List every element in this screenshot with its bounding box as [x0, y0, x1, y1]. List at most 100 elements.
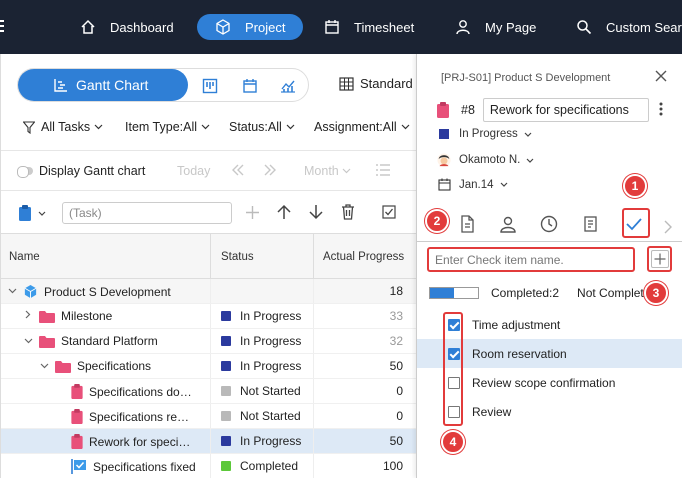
- menu-icon[interactable]: [0, 18, 4, 34]
- standard-label: Standard: [360, 76, 413, 91]
- header-progress[interactable]: Actual Progress: [323, 251, 404, 263]
- nav-label: Dashboard: [110, 19, 174, 35]
- row-status-cell[interactable]: Not Started: [221, 409, 301, 423]
- document-tab-icon[interactable]: [457, 214, 477, 234]
- chevron-down-icon[interactable]: [38, 211, 46, 216]
- kanban-icon[interactable]: [202, 78, 218, 94]
- highlight-box: [622, 208, 650, 238]
- double-chevron-left-icon[interactable]: [231, 164, 245, 176]
- column-separator: [313, 454, 314, 478]
- top-navigation: Dashboard Project Timesheet My Page Cust…: [0, 0, 682, 54]
- filter-all-tasks[interactable]: All Tasks: [23, 120, 103, 134]
- main-area: Gantt Chart Standard All Tasks Item Type…: [0, 54, 417, 478]
- column-separator[interactable]: [313, 234, 314, 278]
- trash-icon[interactable]: [341, 204, 355, 220]
- status-value: In Progress: [459, 128, 518, 140]
- today-button[interactable]: Today: [177, 164, 210, 178]
- row-status-cell[interactable]: In Progress: [221, 309, 301, 323]
- arrow-down-icon[interactable]: [309, 204, 323, 220]
- nav-custom-search[interactable]: Custom Sear: [576, 14, 682, 40]
- chevron-down-icon: [342, 168, 351, 174]
- chevron-right-icon[interactable]: [664, 220, 672, 234]
- status-field[interactable]: In Progress: [437, 128, 532, 140]
- standard-view-button[interactable]: Standard: [339, 76, 413, 91]
- close-icon[interactable]: [655, 70, 667, 82]
- row-status-cell[interactable]: In Progress: [221, 434, 301, 448]
- header-name[interactable]: Name: [9, 251, 40, 263]
- table-row[interactable]: Standard Platform In Progress 32: [1, 329, 417, 354]
- nav-label: My Page: [485, 19, 537, 35]
- row-status-cell[interactable]: Completed: [221, 459, 298, 473]
- project-path[interactable]: [PRJ-S01] Product S Development: [441, 72, 610, 84]
- nav-dashboard[interactable]: Dashboard: [80, 14, 174, 40]
- table-body: Product S Development 18 Milestone In Progr…: [1, 279, 417, 478]
- view-switcher: Gantt Chart: [17, 68, 309, 102]
- column-separator: [313, 354, 314, 378]
- chevron-right-icon[interactable]: [23, 310, 33, 322]
- nav-project[interactable]: Project: [197, 14, 304, 40]
- task-input-placeholder: (Task): [69, 206, 102, 220]
- column-separator: [313, 304, 314, 328]
- row-status-cell[interactable]: In Progress: [221, 334, 301, 348]
- chevron-down-icon[interactable]: [23, 336, 33, 347]
- column-separator: [210, 454, 211, 478]
- header-status[interactable]: Status: [221, 251, 254, 263]
- month-select[interactable]: Month: [304, 164, 339, 178]
- task-icon: [71, 409, 83, 424]
- task-table: Name Status Actual Progress Product S De…: [1, 233, 417, 478]
- table-row[interactable]: Specifications re… Not Started 0: [1, 404, 417, 429]
- more-options-icon[interactable]: [659, 102, 663, 116]
- task-title-input[interactable]: Rework for specifications: [482, 98, 649, 122]
- chart-view-icon[interactable]: [280, 78, 296, 94]
- column-separator: [313, 279, 314, 303]
- status-color-icon: [221, 361, 231, 371]
- chevron-down-icon[interactable]: [39, 361, 49, 372]
- task-name-input[interactable]: (Task): [62, 202, 232, 224]
- add-icon[interactable]: [245, 205, 260, 220]
- table-row[interactable]: Product S Development 18: [1, 279, 417, 304]
- table-row[interactable]: Rework for speci… In Progress 50: [1, 429, 417, 454]
- filter-assignment[interactable]: Assignment:All: [314, 120, 410, 134]
- user-tab-icon[interactable]: [498, 214, 518, 234]
- column-separator: [210, 429, 211, 453]
- row-status-cell[interactable]: In Progress: [221, 359, 301, 373]
- row-status-cell[interactable]: Not Started: [221, 384, 301, 398]
- notes-tab-icon[interactable]: [581, 214, 601, 234]
- column-separator[interactable]: [210, 234, 211, 278]
- task-title-text: Rework for specifications: [489, 103, 629, 117]
- chevron-down-icon[interactable]: [7, 286, 17, 297]
- list-icon[interactable]: [375, 163, 391, 177]
- nav-mypage[interactable]: My Page: [455, 14, 536, 40]
- checkbox-icon[interactable]: [382, 205, 396, 219]
- row-name-cell: Specifications do…: [55, 384, 192, 399]
- arrow-up-icon[interactable]: [277, 204, 291, 220]
- status-color-icon: [221, 461, 231, 471]
- callout-badge-3: 3: [644, 281, 668, 305]
- filter-status[interactable]: Status:All: [229, 120, 295, 134]
- table-row[interactable]: Specifications In Progress 50: [1, 354, 417, 379]
- table-row[interactable]: Specifications do… Not Started 0: [1, 379, 417, 404]
- milestone-flag-icon: [71, 459, 87, 474]
- assignee-field[interactable]: Okamoto N.: [437, 152, 534, 168]
- callout-badge-1: 1: [623, 174, 647, 198]
- filter-label: All Tasks: [41, 120, 91, 134]
- toggle-switch[interactable]: [17, 166, 33, 178]
- display-gantt-toggle[interactable]: Display Gantt chart: [17, 162, 145, 180]
- highlight-box: [647, 246, 672, 272]
- row-name-cell: Product S Development: [7, 284, 171, 299]
- nav-timesheet[interactable]: Timesheet: [324, 14, 414, 40]
- date-field[interactable]: Jan.14: [437, 178, 508, 191]
- clock-tab-icon[interactable]: [539, 214, 559, 234]
- table-row[interactable]: Specifications fixed Completed 100: [1, 454, 417, 478]
- clipboard-icon[interactable]: [18, 204, 34, 222]
- folder-icon: [39, 310, 55, 323]
- filter-item-type[interactable]: Item Type:All: [125, 120, 210, 134]
- calendar-view-icon[interactable]: [242, 78, 258, 94]
- table-row[interactable]: Milestone In Progress 33: [1, 304, 417, 329]
- task-type-icon[interactable]: [437, 102, 449, 118]
- row-name: Standard Platform: [61, 334, 158, 348]
- double-chevron-right-icon[interactable]: [263, 164, 277, 176]
- column-separator: [210, 379, 211, 403]
- gantt-chart-tab[interactable]: Gantt Chart: [18, 69, 188, 101]
- callout-badge-2: 2: [425, 209, 449, 233]
